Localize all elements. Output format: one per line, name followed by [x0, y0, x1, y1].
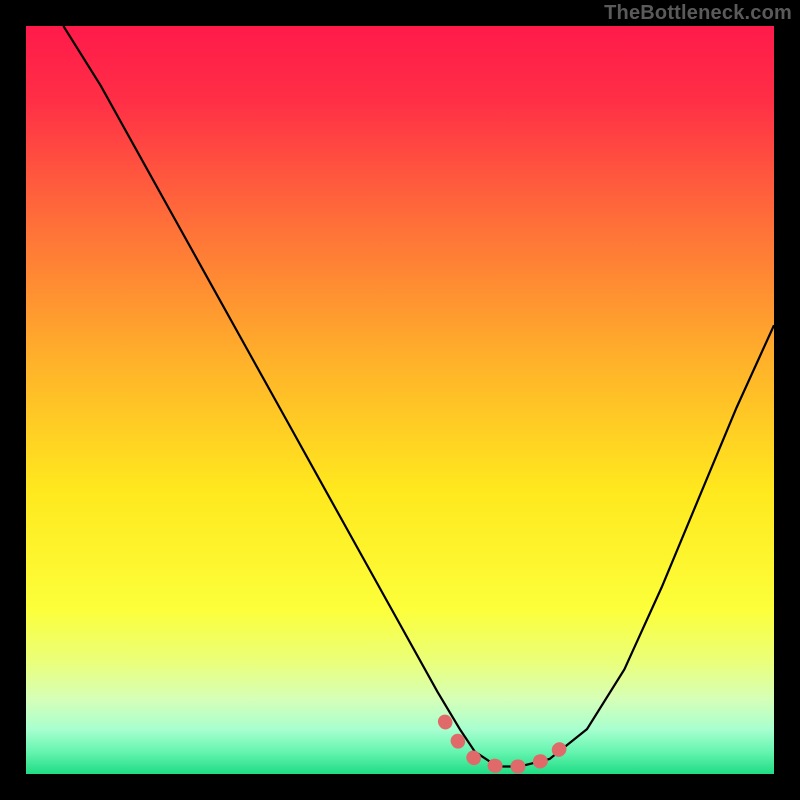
bottleneck-curve-chart [26, 26, 774, 774]
chart-frame: TheBottleneck.com [0, 0, 800, 800]
watermark-text: TheBottleneck.com [604, 2, 792, 25]
gradient-background [26, 26, 774, 774]
plot-area [26, 26, 774, 774]
